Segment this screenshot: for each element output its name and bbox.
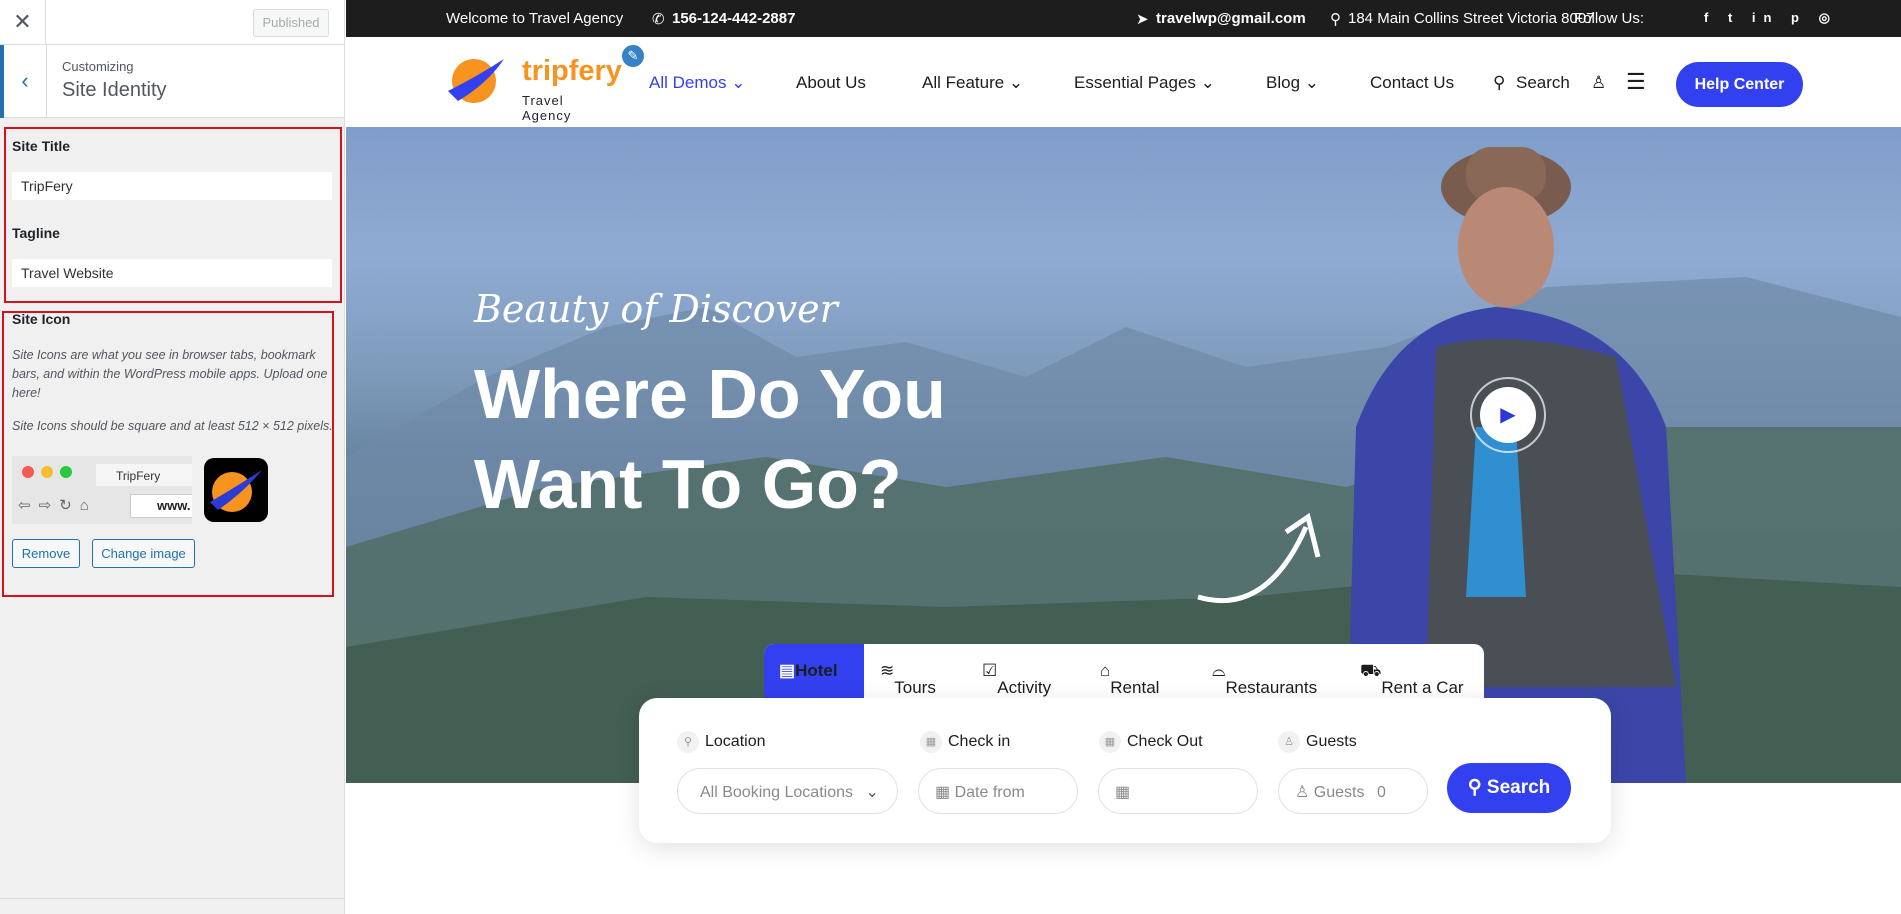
change-image-button[interactable]: Change image [92, 539, 195, 568]
guests-icon: ♙ [1278, 731, 1300, 753]
menu-icon[interactable]: ☰ [1626, 69, 1646, 95]
site-icon-image [204, 458, 268, 522]
tagline-label: Tagline [12, 225, 60, 241]
section-header: ‹ Customizing Site Identity [0, 45, 344, 118]
email-icon: ➤ [1136, 11, 1149, 28]
user-icon[interactable]: ♙ [1591, 73, 1606, 93]
help-center-button[interactable]: Help Center [1676, 62, 1803, 107]
browser-preview: TripFery ⇦⇨↻⌂ www. [12, 456, 192, 524]
nav-item-essential-pages[interactable]: Essential Pages ⌄ [1074, 73, 1215, 93]
logo-subtitle: Travel Agency [522, 93, 572, 123]
nav-item-about-us[interactable]: About Us [796, 73, 866, 93]
section-title: Site Identity [62, 79, 167, 101]
breadcrumb: Customizing [62, 59, 134, 74]
follow-label: Follow Us: [1574, 10, 1645, 27]
calendar-icon: ▦ [920, 731, 942, 753]
calendar-icon: ▦ [1115, 784, 1131, 801]
phone-icon: ✆ [652, 11, 665, 28]
customizer-header: ✕ Published [0, 0, 344, 45]
remove-button[interactable]: Remove [12, 539, 80, 568]
close-dot-icon [22, 466, 34, 478]
preview-tab: TripFery [96, 464, 192, 486]
site-icon-description: Site Icons are what you see in browser t… [12, 348, 328, 400]
phone-number[interactable]: 156-124-442-2887 [672, 10, 795, 27]
guests-label: ♙ Guests [1278, 731, 1357, 753]
checkout-label: ▦ Check Out [1099, 731, 1203, 753]
social-icons[interactable]: f t in p ◎ [1704, 10, 1838, 26]
tab-tours[interactable]: ≋ Tours [880, 661, 936, 697]
tab-activity[interactable]: ☑ Activity [982, 661, 1051, 697]
play-icon: ▶ [1480, 387, 1536, 443]
nav-item-all-feature[interactable]: All Feature ⌄ [922, 73, 1023, 93]
minimize-dot-icon [41, 466, 53, 478]
main-header: tripfery Travel Agency ✎ All Demos ⌄ Abo… [346, 37, 1901, 127]
location-icon: ⚲ [677, 731, 699, 753]
tab-rental[interactable]: ⌂ Rental [1100, 661, 1159, 697]
customizer-panel: ✕ Published ‹ Customizing Site Identity … [0, 0, 345, 914]
hero-title-line-2: Want To Go? [474, 445, 902, 523]
logo-text: tripfery [522, 55, 622, 87]
tab-rent-a-car[interactable]: ⛟ Rent a Car [1360, 661, 1464, 697]
site-icon-label: Site Icon [12, 311, 71, 327]
close-icon[interactable]: ✕ [0, 0, 46, 45]
hero-title-line-1: Where Do You [474, 355, 946, 433]
user-icon: ♙ [1295, 784, 1310, 801]
nav-item-contact-us[interactable]: Contact Us [1370, 73, 1454, 93]
nav-item-all-demos[interactable]: All Demos ⌄ [649, 73, 745, 93]
site-logo[interactable]: tripfery Travel Agency [446, 51, 622, 123]
search-icon[interactable]: ⚲ [1493, 73, 1505, 93]
hero-tagline: Beauty of Discover [474, 287, 838, 331]
location-select[interactable]: All Booking Locations ⌄ [677, 768, 898, 814]
checkin-input[interactable]: ▦ Date from [918, 768, 1078, 814]
published-button[interactable]: Published [253, 9, 329, 37]
calendar-icon: ▦ [1099, 731, 1121, 753]
site-title-label: Site Title [12, 138, 71, 154]
search-link[interactable]: Search [1516, 73, 1570, 93]
calendar-icon: ▦ [935, 784, 951, 801]
back-arrow-icon[interactable]: ‹ [0, 45, 47, 118]
guests-input[interactable]: ♙ Guests 0 [1278, 768, 1428, 814]
maximize-dot-icon [60, 466, 72, 478]
welcome-text: Welcome to Travel Agency [446, 10, 624, 27]
location-label: ⚲ Location [677, 731, 766, 753]
address-text: 184 Main Collins Street Victoria 8007 [1348, 10, 1595, 27]
tab-restaurants[interactable]: ⌓ Restaurants [1212, 661, 1317, 697]
tab-hotel[interactable]: ▤ Hotel [764, 644, 864, 698]
site-preview: Welcome to Travel Agency ✆ 156-124-442-2… [346, 0, 1901, 914]
chevron-down-icon: ⌄ [865, 784, 879, 801]
top-bar: Welcome to Travel Agency ✆ 156-124-442-2… [346, 0, 1901, 37]
logo-planet-icon [448, 59, 504, 103]
edit-pencil-icon[interactable]: ✎ [620, 43, 646, 69]
email-link[interactable]: travelwp@gmail.com [1156, 10, 1306, 27]
location-pin-icon: ⚲ [1330, 11, 1341, 28]
search-icon: ⚲ [1467, 777, 1482, 798]
preview-url: www. [130, 494, 192, 518]
checkout-input[interactable]: ▦ [1098, 768, 1258, 814]
search-button[interactable]: ⚲ Search [1447, 763, 1571, 813]
video-play-button[interactable]: ▶ [1470, 377, 1546, 453]
site-title-input[interactable] [12, 172, 332, 200]
booking-search-form: ⚲ Location All Booking Locations ⌄ ▦ Check… [639, 698, 1611, 843]
booking-tabs: ▤ Hotel ≋ Tours ☑ Activity ⌂ Rental ⌓ Re… [764, 644, 1484, 698]
nav-item-blog[interactable]: Blog ⌄ [1266, 73, 1319, 93]
tagline-input[interactable] [12, 259, 332, 287]
checkin-label: ▦ Check in [920, 731, 1010, 753]
browser-nav-icons: ⇦⇨↻⌂ [18, 497, 97, 514]
customizer-footer [0, 898, 345, 914]
hero-title: Where Do You Want To Go? [474, 349, 946, 529]
site-icon-size-note: Site Icons should be square and at least… [12, 419, 333, 433]
